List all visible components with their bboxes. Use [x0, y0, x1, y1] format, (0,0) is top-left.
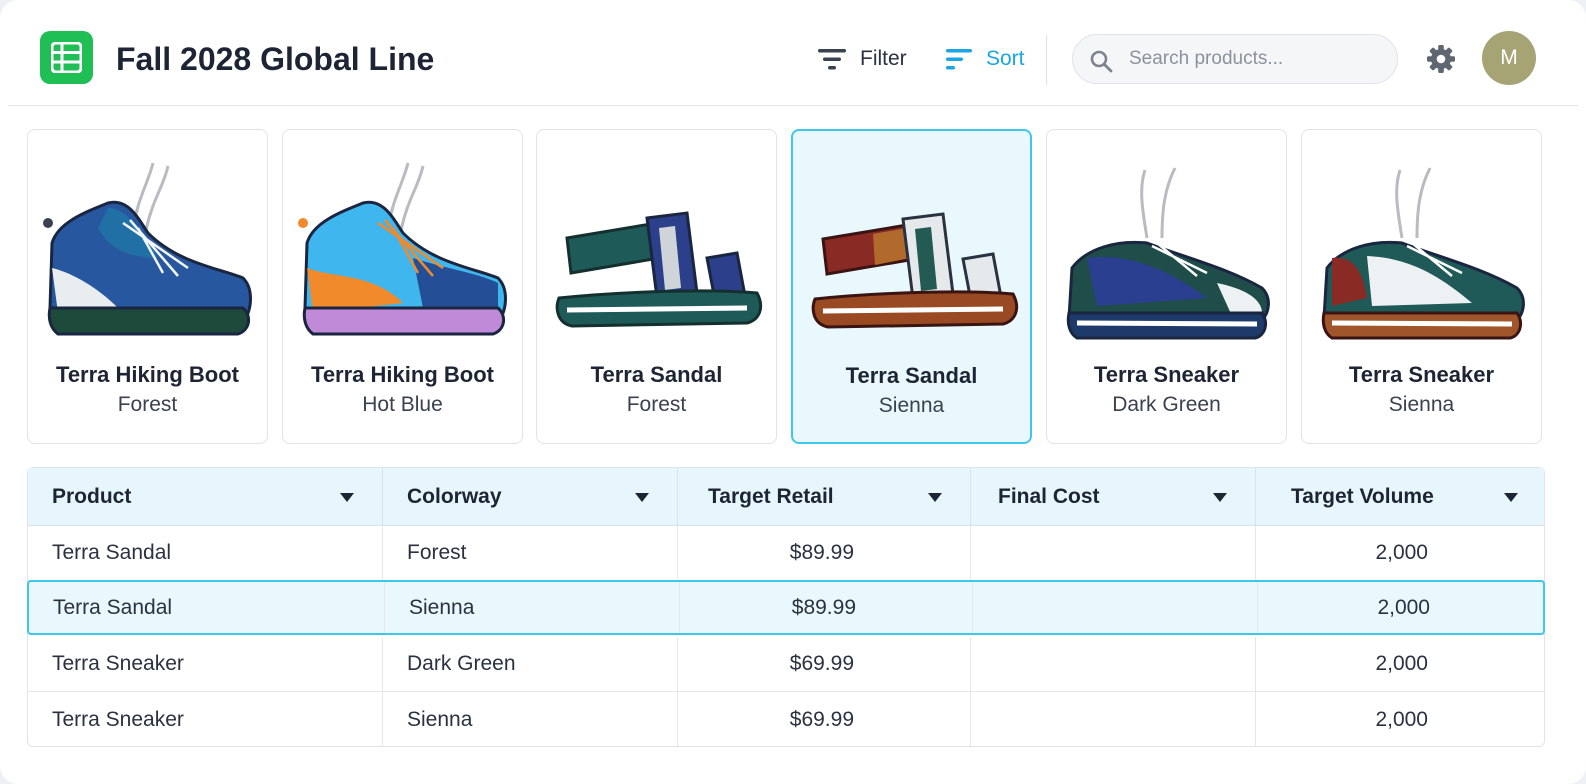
table-row[interactable]: Terra Sneaker Sienna $69.99 2,000: [28, 692, 1544, 747]
sort-label: Sort: [986, 47, 1025, 70]
cell-product[interactable]: Terra Sneaker: [28, 692, 383, 747]
hiking-boot-icon: [43, 162, 252, 336]
cell-target-retail[interactable]: $69.99: [678, 692, 971, 747]
table-header: Product Colorway Target Retail Final Cos…: [28, 468, 1544, 526]
sandal-icon: [555, 211, 763, 328]
cell-product[interactable]: Terra Sneaker: [28, 637, 383, 691]
product-card[interactable]: Terra Hiking Boot Hot Blue: [282, 129, 523, 444]
caret-down-icon[interactable]: [928, 493, 942, 502]
product-card[interactable]: Terra Sneaker Sienna: [1301, 129, 1542, 444]
spreadsheet-icon[interactable]: [40, 31, 93, 84]
column-header-product[interactable]: Product: [28, 468, 383, 526]
product-card-strip: Terra Hiking Boot Forest Terra Hiking Bo…: [27, 129, 1547, 444]
sandal-icon: [811, 212, 1019, 329]
app-window: Fall 2028 Global Line Filter Sort Search…: [0, 0, 1586, 784]
cell-target-volume[interactable]: 2,000: [1258, 582, 1543, 633]
column-label: Colorway: [407, 485, 502, 508]
product-card-selected[interactable]: Terra Sandal Sienna: [791, 129, 1032, 444]
column-label: Target Volume: [1291, 485, 1434, 508]
cell-product[interactable]: Terra Sandal: [28, 526, 383, 580]
products-table: Product Colorway Target Retail Final Cos…: [27, 467, 1545, 747]
avatar[interactable]: M: [1482, 31, 1536, 85]
card-product-name: Terra Sandal: [845, 363, 978, 388]
sneaker-icon: [1321, 167, 1525, 340]
card-colorway: Forest: [626, 393, 687, 416]
product-card[interactable]: Terra Sneaker Dark Green: [1046, 129, 1287, 444]
search-box[interactable]: [1072, 34, 1398, 84]
cell-target-volume[interactable]: 2,000: [1256, 637, 1544, 691]
table-row[interactable]: Terra Sandal Forest $89.99 2,000: [28, 526, 1544, 581]
cell-product[interactable]: Terra Sandal: [29, 582, 385, 633]
caret-down-icon[interactable]: [1213, 493, 1227, 502]
column-header-target-retail[interactable]: Target Retail: [678, 468, 971, 526]
cell-target-volume[interactable]: 2,000: [1256, 692, 1544, 747]
product-card[interactable]: Terra Sandal Forest: [536, 129, 777, 444]
sort-icon: [946, 49, 972, 70]
hiking-boot-icon: [298, 162, 507, 336]
card-product-name: Terra Hiking Boot: [311, 362, 494, 387]
cell-target-retail[interactable]: $89.99: [680, 582, 973, 633]
card-product-name: Terra Sneaker: [1093, 362, 1240, 387]
table-row[interactable]: Terra Sneaker Dark Green $69.99 2,000: [28, 637, 1544, 692]
cell-final-cost[interactable]: [971, 637, 1256, 691]
filter-button[interactable]: Filter: [818, 44, 907, 74]
column-header-target-volume[interactable]: Target Volume: [1256, 468, 1544, 526]
cell-target-volume[interactable]: 2,000: [1256, 526, 1544, 580]
cell-colorway[interactable]: Sienna: [385, 582, 680, 633]
cell-colorway[interactable]: Dark Green: [383, 637, 678, 691]
toolbar-divider: [1046, 35, 1047, 85]
page-title: Fall 2028 Global Line: [116, 41, 435, 77]
column-header-final-cost[interactable]: Final Cost: [971, 468, 1256, 526]
column-label: Final Cost: [998, 485, 1100, 508]
search-input[interactable]: [1129, 45, 1379, 73]
column-label: Target Retail: [708, 485, 834, 508]
column-header-colorway[interactable]: Colorway: [383, 468, 678, 526]
caret-down-icon[interactable]: [635, 493, 649, 502]
card-colorway: Sienna: [878, 394, 945, 417]
cell-target-retail[interactable]: $89.99: [678, 526, 971, 580]
cell-final-cost[interactable]: [973, 582, 1258, 633]
card-colorway: Sienna: [1388, 393, 1455, 416]
header-bar: Fall 2028 Global Line Filter Sort Search…: [8, 0, 1578, 106]
table-row-selected[interactable]: Terra Sandal Sienna $89.99 2,000: [27, 580, 1545, 635]
sneaker-icon: [1066, 167, 1270, 340]
cell-final-cost[interactable]: [971, 526, 1256, 580]
caret-down-icon[interactable]: [1504, 493, 1518, 502]
cell-final-cost[interactable]: [971, 692, 1256, 747]
filter-label: Filter: [860, 47, 907, 70]
column-label: Product: [52, 485, 132, 508]
search-icon: [1090, 50, 1113, 73]
sort-button[interactable]: Sort: [946, 44, 1025, 74]
product-card[interactable]: Terra Hiking Boot Forest: [27, 129, 268, 444]
gear-icon[interactable]: [1426, 44, 1456, 74]
filter-icon: [818, 49, 846, 70]
card-product-name: Terra Sneaker: [1348, 362, 1495, 387]
cell-colorway[interactable]: Forest: [383, 526, 678, 580]
cell-colorway[interactable]: Sienna: [383, 692, 678, 747]
cell-target-retail[interactable]: $69.99: [678, 637, 971, 691]
caret-down-icon[interactable]: [340, 493, 354, 502]
card-product-name: Terra Sandal: [590, 362, 723, 387]
card-colorway: Hot Blue: [362, 393, 443, 416]
card-colorway: Dark Green: [1112, 393, 1221, 416]
card-colorway: Forest: [117, 393, 178, 416]
card-product-name: Terra Hiking Boot: [56, 362, 239, 387]
